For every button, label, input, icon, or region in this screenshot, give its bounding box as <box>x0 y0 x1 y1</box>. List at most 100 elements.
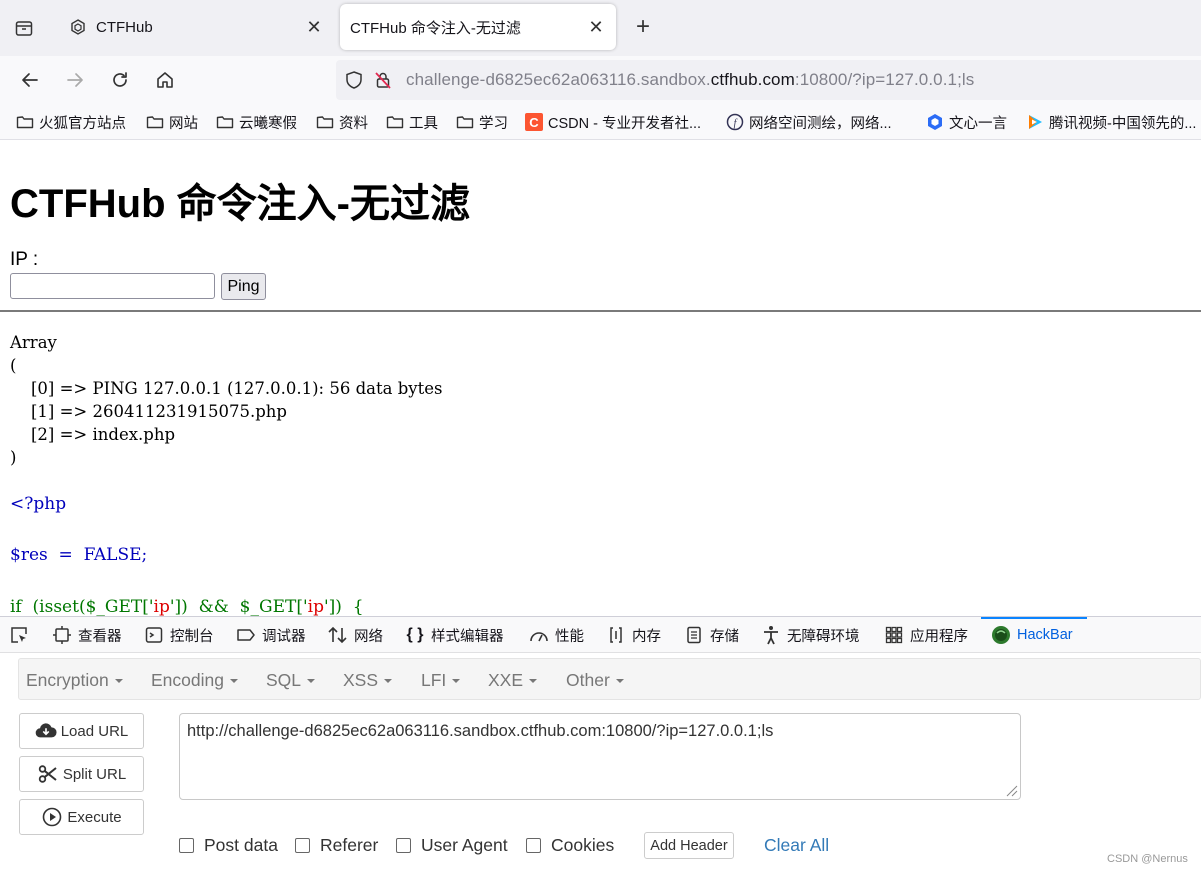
resize-handle-icon[interactable] <box>1004 783 1018 797</box>
url-bar[interactable]: challenge-d6825ec62a063116.sandbox.ctfhu… <box>336 60 1201 100</box>
bookmark-item[interactable]: C CSDN - 专业开发者社... <box>525 112 701 132</box>
reload-icon <box>113 72 127 87</box>
hackbar-menu-xxe[interactable]: XXE <box>488 670 538 691</box>
devtools-tab-debugger[interactable]: 调试器 <box>236 617 306 653</box>
output-line: Array <box>10 333 57 352</box>
bookmark-item[interactable]: 学习 <box>456 112 508 132</box>
checkbox-label: Referer <box>320 835 379 855</box>
checkbox[interactable] <box>295 838 310 853</box>
tab-title: CTFHub 命令注入-无过滤 <box>350 19 521 37</box>
bookmark-item[interactable]: 云曦寒假 <box>216 112 297 132</box>
code-string: ip <box>153 597 170 616</box>
code-keyword: ']) && $_GET[' <box>169 597 308 616</box>
caret-down-icon <box>229 679 238 684</box>
new-tab-button[interactable]: + <box>630 15 656 41</box>
hackbar-menu-sql[interactable]: SQL <box>266 670 316 691</box>
button-label: Execute <box>67 808 122 826</box>
bookmark-item[interactable]: 网站 <box>146 112 198 132</box>
url-suffix: :10800/?ip=127.0.0.1;ls <box>794 70 975 89</box>
hackbar-menu-xss[interactable]: XSS <box>343 670 393 691</box>
checkbox-label: User Agent <box>421 835 508 855</box>
devtools-tab-console[interactable]: 控制台 <box>144 617 214 653</box>
bookmark-item[interactable]: 文心一言 <box>926 112 1007 132</box>
checkbox[interactable] <box>179 838 194 853</box>
ping-button[interactable]: Ping <box>221 273 266 300</box>
code-keyword: ']) { <box>323 597 364 616</box>
hackbar-menu-lfi[interactable]: LFI <box>421 670 461 691</box>
back-arrow-icon <box>22 73 38 87</box>
devtools-tab-label: 查看器 <box>78 628 122 645</box>
inspector-icon <box>52 625 72 645</box>
devtools-tab-accessibility[interactable]: 无障碍环境 <box>761 617 860 653</box>
tab-command-injection[interactable]: CTFHub 命令注入-无过滤 ✕ <box>340 4 616 50</box>
console-icon <box>144 625 164 645</box>
bookmark-label: 腾讯视频-中国领先的... <box>1049 115 1197 132</box>
watermark: CSDN @Nernus <box>1107 853 1188 865</box>
source-code-line: <?php <box>10 494 67 514</box>
hackbar-url-textarea[interactable]: http://challenge-d6825ec62a063116.sandbo… <box>179 713 1021 800</box>
divider <box>0 310 1201 312</box>
bookmark-label: CSDN - 专业开发者社... <box>548 115 702 132</box>
checkbox[interactable] <box>526 838 541 853</box>
add-header-button[interactable]: Add Header <box>644 832 734 859</box>
split-url-button[interactable]: Split URL <box>19 756 144 792</box>
button-label: Load URL <box>60 722 129 740</box>
close-tab-icon[interactable]: ✕ <box>584 15 608 39</box>
hackbar-menu-encoding[interactable]: Encoding <box>151 670 238 691</box>
close-tab-icon[interactable]: ✕ <box>302 15 326 39</box>
caret-down-icon <box>452 679 461 684</box>
bookmark-item[interactable]: f 网络空间测绘，网络... <box>726 112 892 132</box>
element-picker-button[interactable] <box>9 617 35 653</box>
ip-label: IP : <box>10 249 39 270</box>
tracking-protection-icon[interactable] <box>343 69 365 91</box>
hackbar-menu-other[interactable]: Other <box>566 670 624 691</box>
bookmark-item[interactable]: 工具 <box>386 112 438 132</box>
devtools-tab-inspector[interactable]: 查看器 <box>52 617 122 653</box>
cookies-checkbox[interactable]: Cookies <box>526 835 614 856</box>
devtools-tab-network[interactable]: 网络 <box>328 617 383 653</box>
devtools-tab-label: 网络 <box>354 628 383 645</box>
devtools-tab-storage[interactable]: 存储 <box>684 617 739 653</box>
post-data-checkbox[interactable]: Post data <box>179 835 278 856</box>
checkbox-label: Cookies <box>551 835 615 855</box>
devtools-tab-hackbar[interactable]: HackBar <box>981 617 1087 653</box>
devtools-panel: 查看器 控制台 调试器 网络 { } 样式编辑器 性能 内存 存储 无障碍环境 … <box>0 616 1201 872</box>
bookmark-label: 网站 <box>169 115 198 132</box>
bookmark-item[interactable]: 腾讯视频-中国领先的... <box>1026 112 1196 132</box>
bookmark-item[interactable]: 火狐官方站点 <box>16 112 126 132</box>
devtools-tab-memory[interactable]: 内存 <box>606 617 661 653</box>
forward-button[interactable] <box>61 66 89 94</box>
caret-down-icon <box>529 679 538 684</box>
devtools-tab-application[interactable]: 应用程序 <box>884 617 968 653</box>
referer-checkbox[interactable]: Referer <box>295 835 378 856</box>
bookmark-item[interactable]: 资料 <box>316 112 368 132</box>
reload-button[interactable] <box>106 66 134 94</box>
bookmark-label: 资料 <box>339 115 368 132</box>
back-button[interactable] <box>16 66 44 94</box>
load-url-button[interactable]: Load URL <box>19 713 144 749</box>
insecure-connection-icon[interactable] <box>372 69 394 91</box>
svg-text:f: f <box>734 118 738 129</box>
home-button[interactable] <box>151 66 179 94</box>
forward-arrow-icon <box>67 73 83 87</box>
svg-text:C: C <box>529 115 539 130</box>
hackbar-menu-encryption[interactable]: Encryption <box>26 670 123 691</box>
output-line: ) <box>10 448 17 467</box>
url-prefix: challenge-d6825ec62a063116.sandbox. <box>406 70 711 89</box>
application-icon <box>884 625 904 645</box>
tab-list-button[interactable] <box>12 16 36 40</box>
user-agent-checkbox[interactable]: User Agent <box>396 835 508 856</box>
url-text: challenge-d6825ec62a063116.sandbox.ctfhu… <box>406 70 974 90</box>
bookmarks-toolbar: 火狐官方站点 网站 云曦寒假 资料 工具 学习 C CSDN - 专业开发者社.… <box>0 104 1201 140</box>
devtools-tab-label: 应用程序 <box>910 628 968 645</box>
clear-all-link[interactable]: Clear All <box>764 835 829 856</box>
scissors-icon <box>37 764 59 784</box>
code-string: ip <box>307 597 324 616</box>
ip-input[interactable] <box>10 273 215 299</box>
checkbox[interactable] <box>396 838 411 853</box>
tab-ctfhub[interactable]: CTFHub ✕ <box>56 4 334 50</box>
devtools-tab-performance[interactable]: 性能 <box>529 617 584 653</box>
execute-button[interactable]: Execute <box>19 799 144 835</box>
element-picker-icon <box>9 625 29 645</box>
devtools-tab-style-editor[interactable]: { } 样式编辑器 <box>405 617 504 653</box>
